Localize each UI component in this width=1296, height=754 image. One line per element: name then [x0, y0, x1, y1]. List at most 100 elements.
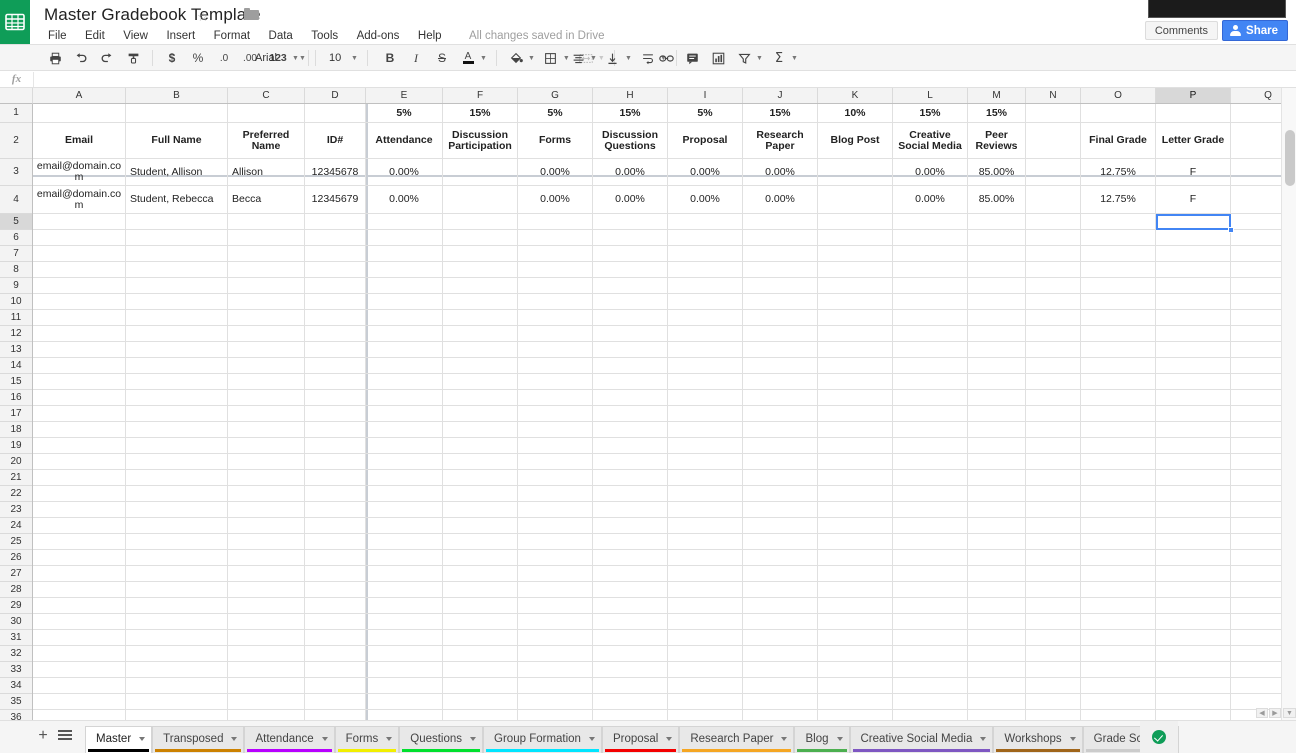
cell-M35[interactable] [968, 694, 1026, 710]
cell-H35[interactable] [593, 694, 668, 710]
cell-K17[interactable] [818, 406, 893, 422]
cell-P28[interactable] [1156, 582, 1231, 598]
cell-K27[interactable] [818, 566, 893, 582]
cell-H13[interactable] [593, 342, 668, 358]
cell-O3[interactable]: 12.75% [1081, 159, 1156, 186]
cell-K20[interactable] [818, 454, 893, 470]
cell-J8[interactable] [743, 262, 818, 278]
cell-I24[interactable] [668, 518, 743, 534]
cell-L27[interactable] [893, 566, 968, 582]
cell-A11[interactable] [33, 310, 126, 326]
row-header-11[interactable]: 11 [0, 310, 32, 326]
cell-I23[interactable] [668, 502, 743, 518]
cell-G10[interactable] [518, 294, 593, 310]
row-header-35[interactable]: 35 [0, 694, 32, 710]
cell-D18[interactable] [305, 422, 366, 438]
sheet-tab-creative-social-media[interactable]: Creative Social Media [850, 726, 994, 753]
cell-C10[interactable] [228, 294, 305, 310]
cell-E19[interactable] [366, 438, 443, 454]
cell-G19[interactable] [518, 438, 593, 454]
cell-A6[interactable] [33, 230, 126, 246]
cell-K22[interactable] [818, 486, 893, 502]
cell-C7[interactable] [228, 246, 305, 262]
row-header-23[interactable]: 23 [0, 502, 32, 518]
cell-O17[interactable] [1081, 406, 1156, 422]
cell-L12[interactable] [893, 326, 968, 342]
cell-J15[interactable] [743, 374, 818, 390]
cell-F7[interactable] [443, 246, 518, 262]
sheet-tab-group-formation[interactable]: Group Formation [483, 726, 602, 753]
cell-L6[interactable] [893, 230, 968, 246]
cell-P7[interactable] [1156, 246, 1231, 262]
cell-I17[interactable] [668, 406, 743, 422]
cell-I32[interactable] [668, 646, 743, 662]
cell-O31[interactable] [1081, 630, 1156, 646]
cell-E6[interactable] [366, 230, 443, 246]
cell-F2[interactable]: Discussion Participation [443, 123, 518, 159]
cell-F34[interactable] [443, 678, 518, 694]
cell-O36[interactable] [1081, 710, 1156, 720]
cell-P1[interactable] [1156, 104, 1231, 123]
cell-B16[interactable] [126, 390, 228, 406]
cell-O4[interactable]: 12.75% [1081, 186, 1156, 214]
cell-J36[interactable] [743, 710, 818, 720]
cell-E23[interactable] [366, 502, 443, 518]
scroll-right-arrow[interactable]: ▶ [1269, 708, 1281, 718]
cell-O7[interactable] [1081, 246, 1156, 262]
cell-I19[interactable] [668, 438, 743, 454]
undo-arrow-icon[interactable] [71, 48, 91, 68]
strikethrough-button[interactable]: S [432, 48, 452, 68]
cell-D30[interactable] [305, 614, 366, 630]
column-header-b[interactable]: B [126, 88, 228, 103]
cell-B8[interactable] [126, 262, 228, 278]
cell-D10[interactable] [305, 294, 366, 310]
cell-P29[interactable] [1156, 598, 1231, 614]
cell-G34[interactable] [518, 678, 593, 694]
cell-M22[interactable] [968, 486, 1026, 502]
cell-J24[interactable] [743, 518, 818, 534]
cell-H22[interactable] [593, 486, 668, 502]
cell-H24[interactable] [593, 518, 668, 534]
column-header-d[interactable]: D [305, 88, 366, 103]
cell-C22[interactable] [228, 486, 305, 502]
cell-K31[interactable] [818, 630, 893, 646]
sheet-tab-chevron-down-icon[interactable] [139, 737, 145, 741]
cell-N34[interactable] [1026, 678, 1081, 694]
cell-O10[interactable] [1081, 294, 1156, 310]
cell-A19[interactable] [33, 438, 126, 454]
cell-E20[interactable] [366, 454, 443, 470]
cell-I8[interactable] [668, 262, 743, 278]
cell-H5[interactable] [593, 214, 668, 230]
cell-J19[interactable] [743, 438, 818, 454]
cell-J7[interactable] [743, 246, 818, 262]
cell-F9[interactable] [443, 278, 518, 294]
cell-K10[interactable] [818, 294, 893, 310]
cell-D4[interactable]: 12345679 [305, 186, 366, 214]
cell-G35[interactable] [518, 694, 593, 710]
cell-B25[interactable] [126, 534, 228, 550]
cell-M33[interactable] [968, 662, 1026, 678]
cell-J13[interactable] [743, 342, 818, 358]
cell-O1[interactable] [1081, 104, 1156, 123]
cell-E18[interactable] [366, 422, 443, 438]
cell-M13[interactable] [968, 342, 1026, 358]
cell-F5[interactable] [443, 214, 518, 230]
cell-L29[interactable] [893, 598, 968, 614]
cell-G12[interactable] [518, 326, 593, 342]
cell-B19[interactable] [126, 438, 228, 454]
row-header-31[interactable]: 31 [0, 630, 32, 646]
cell-L7[interactable] [893, 246, 968, 262]
cell-F35[interactable] [443, 694, 518, 710]
cell-F25[interactable] [443, 534, 518, 550]
cell-M16[interactable] [968, 390, 1026, 406]
cell-N28[interactable] [1026, 582, 1081, 598]
cell-F10[interactable] [443, 294, 518, 310]
sheet-tab-transposed[interactable]: Transposed [152, 726, 244, 753]
cell-I30[interactable] [668, 614, 743, 630]
cell-N36[interactable] [1026, 710, 1081, 720]
cell-M7[interactable] [968, 246, 1026, 262]
text-color-chevron-down-icon[interactable]: ▼ [480, 55, 487, 62]
star-icon[interactable]: ☆ [197, 9, 209, 25]
column-header-f[interactable]: F [443, 88, 518, 103]
cell-I5[interactable] [668, 214, 743, 230]
